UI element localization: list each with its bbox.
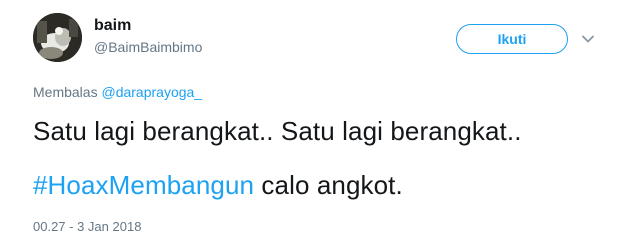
tweet-text-line2: #HoaxMembangun calo angkot. bbox=[33, 170, 403, 201]
reply-context: Membalas @daraprayoga_ bbox=[33, 84, 202, 100]
chevron-down-icon[interactable] bbox=[581, 32, 595, 46]
display-name[interactable]: baim bbox=[94, 17, 131, 35]
reply-mention-link[interactable]: @daraprayoga_ bbox=[101, 84, 202, 100]
screen-name[interactable]: @BaimBaimbimo bbox=[94, 39, 202, 55]
tweet-timestamp[interactable]: 00.27 - 3 Jan 2018 bbox=[33, 219, 141, 234]
reply-prefix: Membalas bbox=[33, 84, 98, 100]
follow-button[interactable]: Ikuti bbox=[456, 24, 568, 54]
tweet-text-rest: calo angkot. bbox=[254, 170, 403, 200]
tweet: baim @BaimBaimbimo Ikuti Membalas @darap… bbox=[0, 0, 627, 251]
hashtag-link[interactable]: #HoaxMembangun bbox=[33, 170, 254, 200]
tweet-text-line1: Satu lagi berangkat.. Satu lagi berangka… bbox=[33, 116, 522, 146]
avatar-image bbox=[33, 13, 82, 62]
avatar[interactable] bbox=[33, 13, 82, 62]
